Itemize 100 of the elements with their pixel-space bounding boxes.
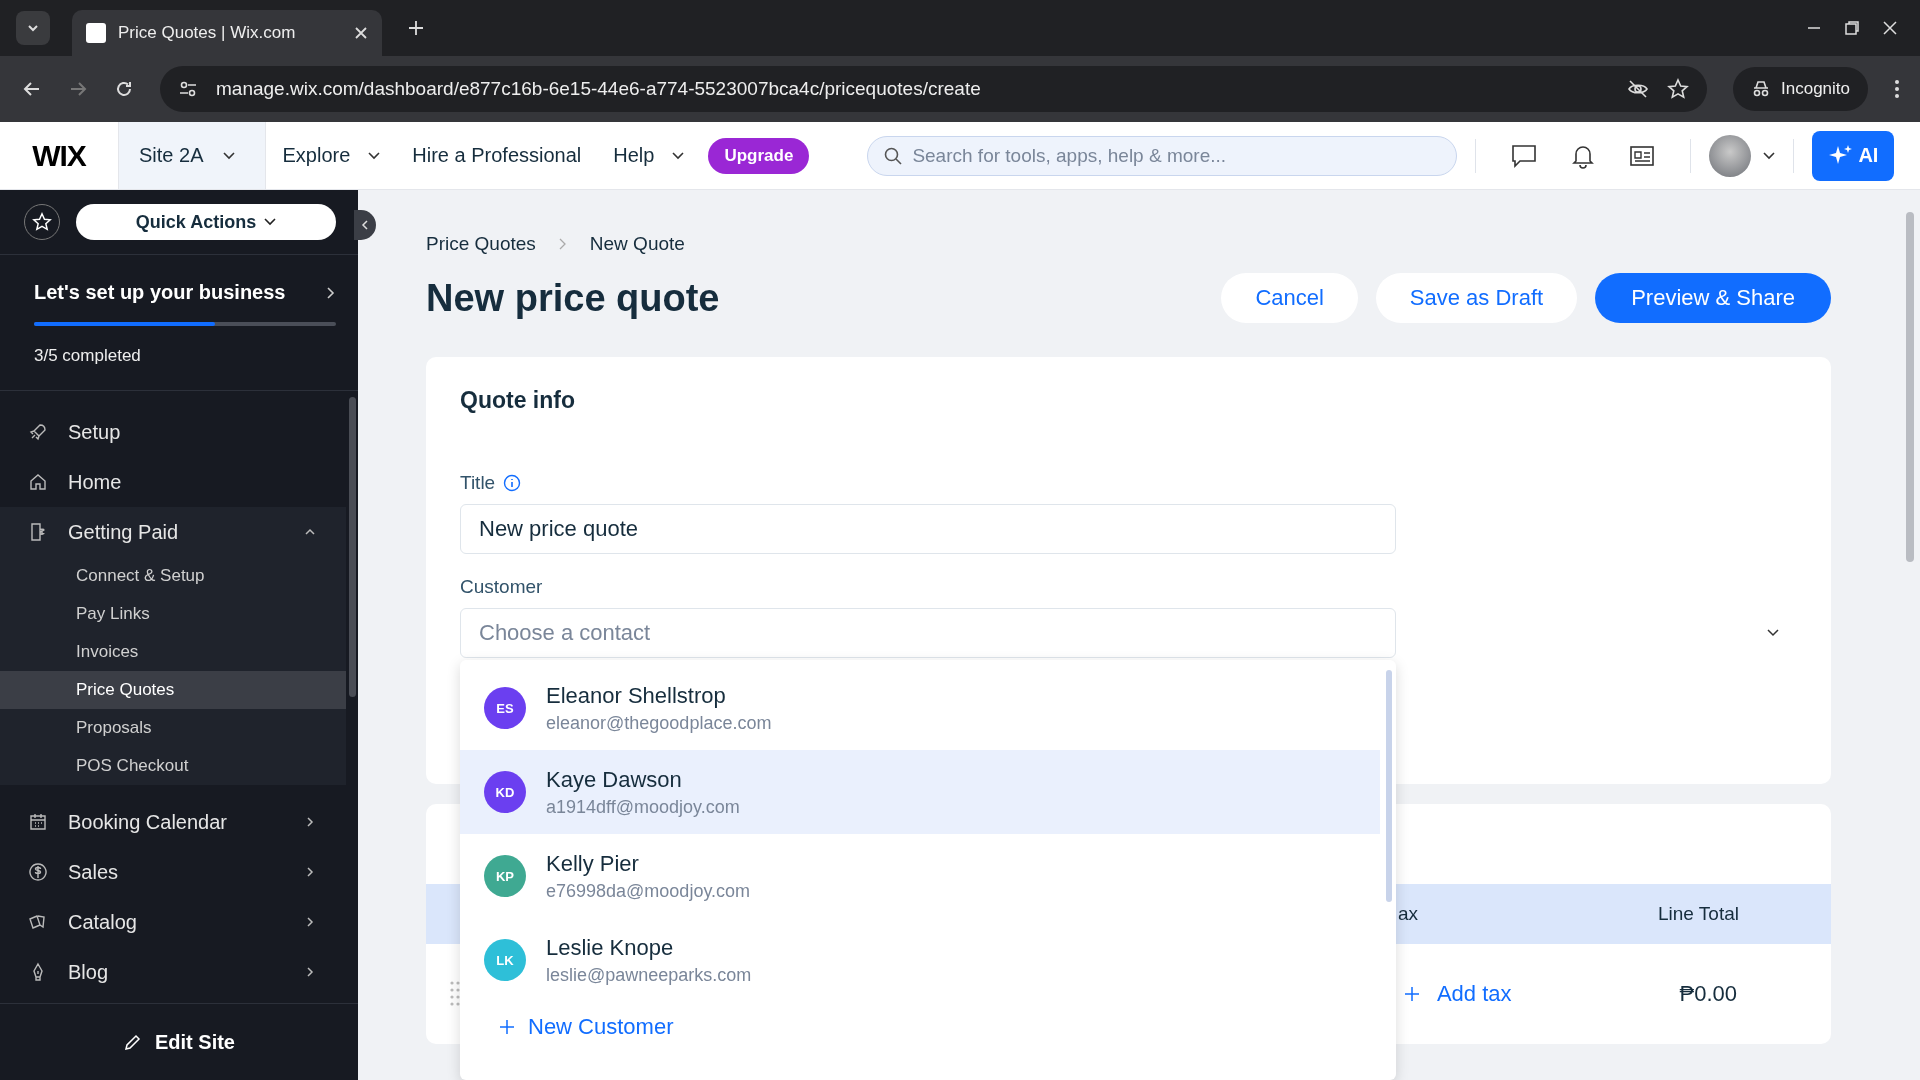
contact-avatar: ES <box>484 687 526 729</box>
tab-search-icon[interactable] <box>16 11 50 45</box>
caret-icon <box>264 218 277 226</box>
caret-icon <box>368 151 381 160</box>
breadcrumb-item[interactable]: New Quote <box>589 233 685 255</box>
caret-icon <box>672 151 685 160</box>
contact-email: a1914dff@moodjoy.com <box>546 796 740 818</box>
contact-option[interactable]: KP Kelly Pier e76998da@moodjoy.com <box>460 834 1380 918</box>
sidebar-item[interactable]: Booking Calendar <box>0 797 358 847</box>
site-info-icon[interactable] <box>178 79 198 99</box>
quick-actions-button[interactable]: Quick Actions <box>76 204 336 240</box>
home-icon <box>28 472 48 492</box>
incognito-button[interactable]: Incognito <box>1733 67 1868 111</box>
field-label: Title <box>460 472 496 494</box>
new-tab-icon[interactable] <box>408 20 424 36</box>
collapse-sidebar-button[interactable] <box>354 210 376 240</box>
sidebar-subitem[interactable]: Invoices <box>0 633 346 671</box>
avatar-icon[interactable] <box>1709 134 1752 177</box>
new-customer-link[interactable]: New Customer <box>460 1002 1396 1052</box>
more-icon[interactable] <box>1894 79 1900 99</box>
chevron-right-icon <box>326 285 336 300</box>
chat-icon[interactable] <box>1511 143 1538 168</box>
contact-name: Kaye Dawson <box>546 766 683 793</box>
sidebar-subitem[interactable]: Proposals <box>0 709 346 747</box>
news-icon[interactable] <box>1629 144 1656 167</box>
secondary-button[interactable]: Save as Draft <box>1375 273 1578 323</box>
add-tax-link[interactable]: Add tax <box>1402 981 1512 1007</box>
incognito-icon <box>1751 80 1771 98</box>
sidebar-item[interactable]: Home <box>0 457 358 507</box>
ai-button[interactable]: AI <box>1812 130 1895 181</box>
caret-icon <box>1767 629 1779 637</box>
info-icon[interactable] <box>503 474 522 492</box>
browser-tab[interactable]: Price Quotes | Wix.com <box>72 10 382 56</box>
eye-slash-icon[interactable] <box>1627 78 1649 100</box>
setup-link[interactable]: Let's set up your business <box>34 281 336 304</box>
tags-icon <box>28 912 48 932</box>
chevron-right-icon <box>557 237 568 251</box>
customer-dropdown[interactable]: Choose a contact <box>460 608 1396 658</box>
breadcrumb-item[interactable]: Price Quotes <box>426 233 536 255</box>
logo[interactable]: WIX <box>0 138 118 173</box>
contact-name: Leslie Knope <box>546 934 675 961</box>
reload-icon[interactable] <box>114 79 134 99</box>
plus-icon <box>498 1018 516 1036</box>
sidebar-item[interactable]: Sales <box>0 847 358 897</box>
sidebar-item[interactable]: Catalog <box>0 897 358 947</box>
upgrade-button[interactable]: Upgrade <box>708 137 810 174</box>
drag-handle-icon[interactable] <box>450 980 460 1008</box>
rocket-icon <box>28 422 48 442</box>
close-window-icon[interactable] <box>1882 20 1898 36</box>
chevron-left-icon <box>361 219 369 231</box>
nav-menu-item[interactable]: Explore <box>266 144 397 167</box>
nav-menu-item[interactable]: Help <box>597 144 701 167</box>
contact-email: eleanor@thegoodplace.com <box>546 712 772 734</box>
sidebar-subitem[interactable]: Price Quotes <box>0 671 346 709</box>
sidebar-subitem[interactable]: POS Checkout <box>0 747 346 785</box>
search-field[interactable]: Search for tools, apps, help & more... <box>867 135 1458 176</box>
contact-email: e76998da@moodjoy.com <box>546 880 751 902</box>
card-title: Quote info <box>460 387 576 414</box>
nav-menu-item[interactable]: Hire a Professional <box>396 144 598 167</box>
progress-text: 3/5 completed <box>34 346 142 366</box>
sidebar-subitem[interactable]: Pay Links <box>0 595 346 633</box>
dollar-icon <box>28 862 48 882</box>
star-icon <box>32 212 52 232</box>
title-input[interactable]: New price quote <box>460 504 1396 554</box>
column-header: ax <box>1398 903 1419 925</box>
contact-option[interactable]: KD Kaye Dawson a1914dff@moodjoy.com <box>460 750 1380 834</box>
pencil-icon <box>123 1032 143 1052</box>
calendar-icon <box>28 812 48 832</box>
close-tab-icon[interactable] <box>354 26 368 40</box>
line-total: ₱0.00 <box>1679 981 1737 1007</box>
contact-option[interactable]: ES Eleanor Shellstrop eleanor@thegoodplace.com <box>460 666 1380 750</box>
contact-avatar: LK <box>484 939 526 981</box>
caret-icon <box>223 151 236 160</box>
edit-site-button[interactable]: Edit Site <box>0 1003 358 1080</box>
contact-avatar: KD <box>484 771 526 813</box>
primary-button[interactable]: Preview & Share <box>1595 273 1831 323</box>
sidebar-subitem[interactable]: Connect & Setup <box>0 557 346 595</box>
plus-icon <box>1402 985 1421 1003</box>
search-icon <box>883 145 904 166</box>
restore-icon[interactable] <box>1844 20 1860 36</box>
contact-name: Kelly Pier <box>546 850 640 877</box>
sidebar-item[interactable]: Setup <box>0 407 358 457</box>
sidebar-item[interactable]: Blog <box>0 947 358 997</box>
site-favicon-icon <box>86 23 106 43</box>
field-label: Customer <box>460 576 543 598</box>
address-bar[interactable]: manage.wix.com/dashboard/e877c16b-6e15-44e6-a774-5523007bca4c/pricequotes/create <box>160 66 1707 112</box>
column-header: Line Total <box>1658 903 1739 925</box>
page-title: New price quote <box>426 276 720 320</box>
contact-avatar: KP <box>484 855 526 897</box>
secondary-button[interactable]: Cancel <box>1221 273 1358 323</box>
scrollbar[interactable] <box>349 397 356 697</box>
contact-name: Eleanor Shellstrop <box>546 682 727 709</box>
site-selector[interactable]: Site 2A <box>118 122 267 189</box>
contact-option[interactable]: LK Leslie Knope leslie@pawneeparks.com <box>460 918 1380 1002</box>
contact-email: leslie@pawneeparks.com <box>546 964 752 986</box>
scrollbar[interactable] <box>1906 212 1914 562</box>
caret-icon[interactable] <box>1763 151 1776 160</box>
star-icon[interactable] <box>1667 78 1689 100</box>
scrollbar[interactable] <box>1386 670 1392 902</box>
sidebar-item[interactable]: Getting Paid <box>0 507 346 557</box>
